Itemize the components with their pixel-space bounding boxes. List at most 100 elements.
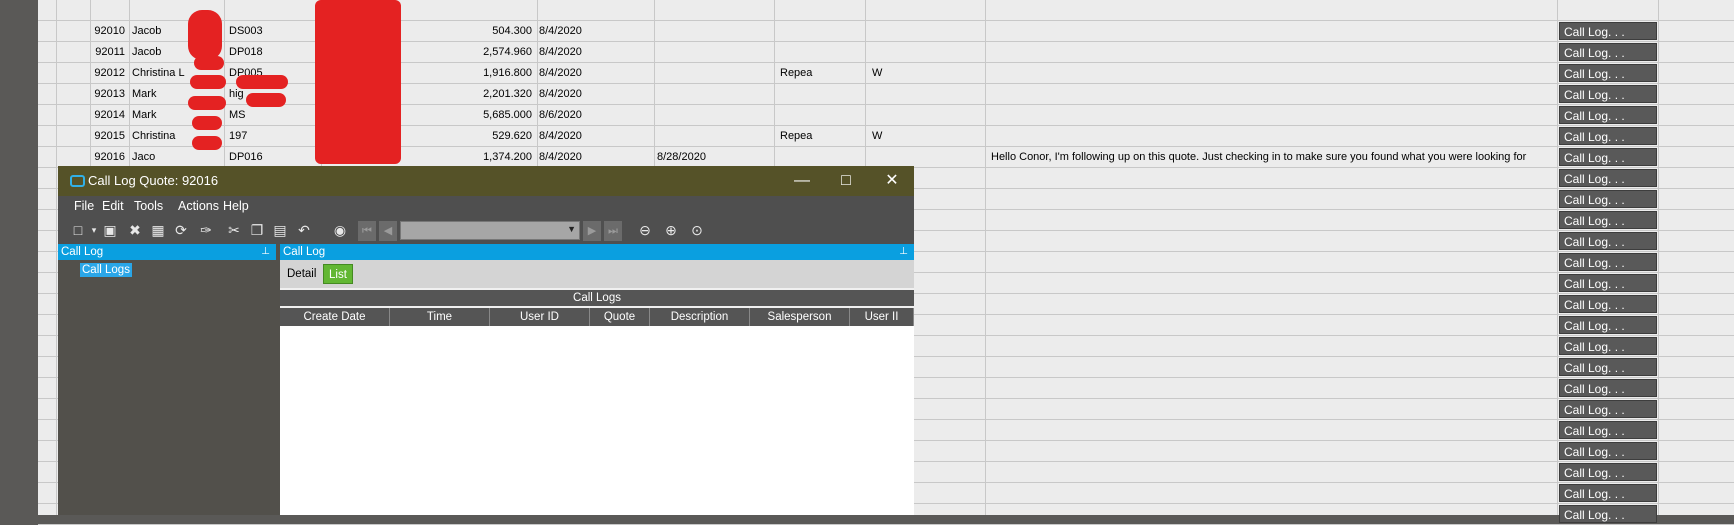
pin-icon[interactable]: ⊥ [261,244,270,260]
left-background-strip [0,0,38,515]
record-navigator-combo[interactable]: ▼ [400,221,580,240]
table-row: 92014 Mark MS 5,685.000 8/6/2020 Call Log. . … [38,105,1734,126]
call-log-button[interactable]: Call Log. . . [1559,106,1657,124]
cell-amount: 1,374.200 [483,151,532,163]
undo-icon[interactable]: ↶ [294,221,314,239]
call-log-button[interactable]: Call Log. . . [1559,22,1657,40]
call-log-button[interactable]: Call Log. . . [1559,505,1657,523]
menu-tools[interactable]: Tools [134,199,163,213]
table-row: 92011 Jacob DP018 2,574.960 8/4/2020 Call Log… [38,42,1734,63]
detail-pane-title: Call Log [283,246,326,258]
cell-date: 8/4/2020 [539,46,582,58]
call-log-button[interactable]: Call Log. . . [1559,64,1657,82]
tree-pane-title: Call Log [61,246,104,258]
paste-icon[interactable]: ▤ [270,221,290,239]
call-log-button[interactable]: Call Log. . . [1559,442,1657,460]
menu-edit[interactable]: Edit [102,199,124,213]
call-log-button[interactable]: Call Log. . . [1559,379,1657,397]
minimize-icon[interactable]: — [780,166,824,196]
column-header[interactable]: Salesperson [750,308,850,326]
cell-date: 8/4/2020 [539,151,582,163]
call-logs-grid-title: Call Logs [280,290,914,306]
call-log-button[interactable]: Call Log. . . [1559,274,1657,292]
call-log-button[interactable]: Call Log. . . [1559,484,1657,502]
cell-col4: W [872,130,883,142]
call-log-button[interactable]: Call Log. . . [1559,337,1657,355]
cell-quote: 92014 [94,109,125,121]
tree-item-call-logs[interactable]: Call Logs [80,263,132,277]
cell-amount: 1,916.800 [483,67,532,79]
redaction-mark [192,116,222,130]
cell-amount: 504.300 [492,25,532,37]
delete-icon[interactable]: ✖ [125,221,145,239]
cell-quote: 92015 [94,130,125,142]
redaction-mark [188,96,226,110]
table-row: 92015 Christina 197 529.620 8/4/2020 Repea W Ca… [38,126,1734,147]
table-row [38,0,1734,21]
forward-icon[interactable]: ⊕ [661,221,681,239]
next-record-icon[interactable]: ▶ [583,221,601,241]
table-row: 92012 Christina L DP005 1,916.800 8/4/2020 Re… [38,63,1734,84]
first-record-icon[interactable]: ⏮ [358,221,376,241]
close-icon[interactable]: ✕ [870,166,914,196]
dialog-title-bar[interactable]: Call Log Quote: 92016 — □ ✕ [58,166,914,196]
brush-icon[interactable]: ✑ [196,221,216,239]
call-log-button[interactable]: Call Log. . . [1559,358,1657,376]
cut-icon[interactable]: ✂ [224,221,244,239]
call-log-button[interactable]: Call Log. . . [1559,148,1657,166]
cell-amount: 529.620 [492,130,532,142]
call-log-button[interactable]: Call Log. . . [1559,421,1657,439]
cell-code: 197 [229,130,248,142]
menu-file[interactable]: File [74,199,94,213]
menu-actions[interactable]: Actions [178,199,219,213]
last-record-icon[interactable]: ⏭ [604,221,622,241]
back-icon[interactable]: ⊖ [635,221,655,239]
call-log-button[interactable]: Call Log. . . [1559,85,1657,103]
previous-record-icon[interactable]: ◀ [379,221,397,241]
clear-icon[interactable]: ▦ [148,221,168,239]
pin-icon[interactable]: ⊥ [899,244,908,260]
call-log-button[interactable]: Call Log. . . [1559,190,1657,208]
call-log-button[interactable]: Call Log. . . [1559,211,1657,229]
call-logs-grid-body[interactable] [280,326,914,515]
call-log-button[interactable]: Call Log. . . [1559,253,1657,271]
dialog-title: Call Log Quote: 92016 [88,173,219,188]
copy-icon[interactable]: ❐ [247,221,267,239]
tree-pane-header: Call Log ⊥ [58,244,276,260]
call-log-button[interactable]: Call Log. . . [1559,316,1657,334]
maximize-icon[interactable]: □ [824,166,868,196]
column-header[interactable]: Create Date [280,308,390,326]
save-icon[interactable]: ▣ [100,221,120,239]
call-log-dialog: Call Log Quote: 92016 — □ ✕ File Edit Tool… [58,166,914,515]
binoculars-icon[interactable]: ◉ [330,221,350,239]
column-header[interactable]: User II [850,308,914,326]
call-log-button[interactable]: Call Log. . . [1559,232,1657,250]
call-log-button[interactable]: Call Log. . . [1559,295,1657,313]
call-log-button[interactable]: Call Log. . . [1559,400,1657,418]
cell-quote: 92011 [95,46,125,58]
cell-code: DS003 [229,25,263,37]
cell-code: MS [229,109,246,121]
cell-name: Jaco [132,151,156,163]
call-log-button[interactable]: Call Log. . . [1559,169,1657,187]
cell-date: 8/4/2020 [539,88,582,100]
cell-amount: 2,574.960 [483,46,532,58]
call-log-button[interactable]: Call Log. . . [1559,43,1657,61]
home-icon[interactable]: ⊙ [687,221,707,239]
toolbar: □ ▾ ▣ ✖ ▦ ⟳ ✑ ✂ ❐ ▤ ↶ ◉ ⏮ ◀ ▼ ▶ ⏭ ⊖ ⊕ ⊙ [58,216,914,244]
detail-pane-header: Call Log ⊥ [280,244,914,260]
cell-quote: 92010 [94,25,125,37]
menu-bar: File Edit Tools Actions Help [58,196,914,216]
call-log-button[interactable]: Call Log. . . [1559,127,1657,145]
tab-list[interactable]: List [323,264,353,284]
menu-help[interactable]: Help [223,199,249,213]
tab-detail[interactable]: Detail [282,264,321,284]
call-log-button[interactable]: Call Log. . . [1559,463,1657,481]
cell-note: Hello Conor, I'm following up on this qu… [991,151,1527,163]
column-header[interactable]: User ID [490,308,590,326]
column-header[interactable]: Quote [590,308,650,326]
refresh-icon[interactable]: ⟳ [171,221,191,239]
tab-strip: Detail List [280,260,914,288]
column-header[interactable]: Description [650,308,750,326]
column-header[interactable]: Time [390,308,490,326]
